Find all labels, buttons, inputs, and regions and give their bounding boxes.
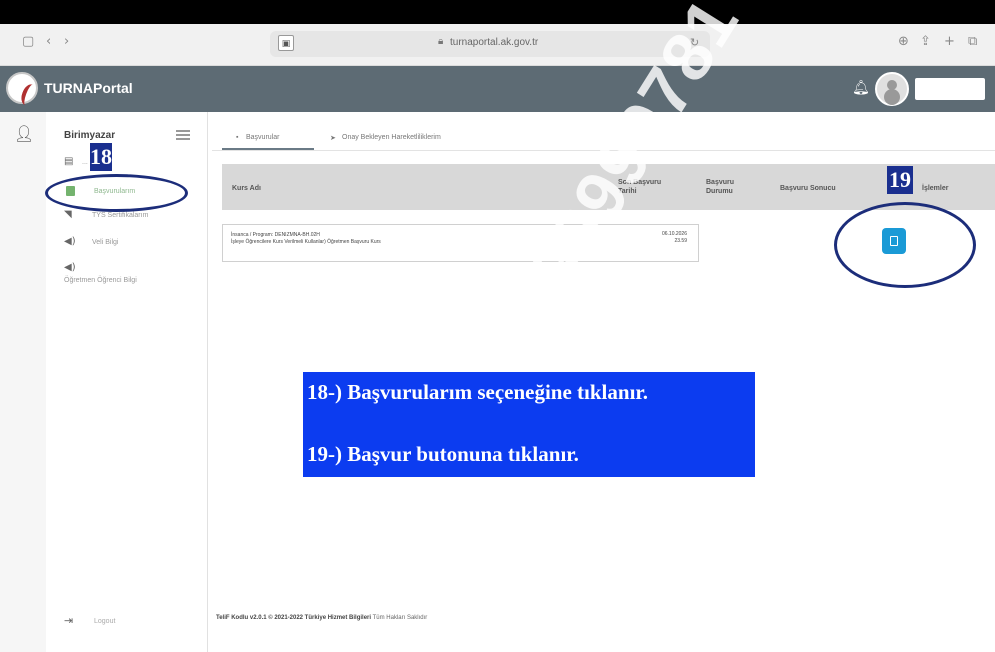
new-tab-icon[interactable]: + [944,34,955,49]
share-icon[interactable]: ⇪ [920,34,931,49]
course-description: İşleye Öğrencilere Kurs Verilmeli Kullan… [231,239,381,245]
forward-icon[interactable]: › [64,34,69,49]
footer-text: TeliF Kodlu v2.0.1 © 2021-2022 Türkiye H… [216,615,372,621]
highlight-oval-basvurularim [45,174,188,212]
user-name-box[interactable] [915,78,985,100]
user-icon[interactable]: 👤︎ [14,124,34,143]
logout-label[interactable]: Logout [94,618,115,625]
sidebar-item-first[interactable]: ... [82,159,88,166]
menu-icon[interactable] [176,130,190,140]
avatar[interactable] [875,72,909,106]
lock-icon: 🔒︎ [438,36,444,47]
step-19-instruction: 19-) Başvur butonuna tıklanır. [307,442,579,466]
url-text[interactable]: turnaportal.ak.gov.tr [450,37,538,48]
column-header-durum: Başvuru Durumu [706,179,735,195]
sidebar-item-veli[interactable]: Veli Bilgi [92,239,118,246]
step-18-badge: 18 [90,143,112,171]
send-icon: ➤ [330,135,336,142]
table-row[interactable]: İnsanca / Program: DENIZMNA-BH.02H İşley… [222,224,699,262]
step-19-badge: 19 [887,166,913,194]
column-header-kurs: Kurs Adı [232,185,261,192]
sidebar-toggle-icon[interactable]: ▢ [22,34,34,49]
column-header-sonuc: Başvuru Sonucu [780,185,836,192]
step-18-instruction: 18-) Başvurularım seçeneğine tıklanır. [307,380,649,404]
browser-toolbar: ▢ ‹ › ▣ 🔒︎ turnaportal.ak.gov.tr ↻ ⊕ ⇪ +… [0,24,995,66]
footer-suffix: Tüm Hakları Saklıdır [372,615,428,621]
deadline-date: 06.10.2026 [661,231,687,237]
column-header-islemler: İşlemler [922,185,949,192]
logout-icon[interactable]: ⇥ [64,614,73,627]
deadline-time: 23.59 [674,238,687,244]
apply-button[interactable] [882,228,906,254]
tab-divider [212,150,995,151]
instruction-box: 18-) Başvurularım seçeneğine tıklanır. 1… [303,372,755,477]
sidebar-item-tys[interactable]: TYS Sertifikalarım [92,212,148,219]
tag-icon: ◥ [64,209,72,220]
sidebar-item-ogretmen[interactable]: Öğretmen Öğrenci Bilgi [64,277,137,284]
reload-icon[interactable]: ↻ [690,36,699,49]
speaker-icon: ◀︎) [64,262,76,273]
screenshot-stage: ▢ ‹ › ▣ 🔒︎ turnaportal.ak.gov.tr ↻ ⊕ ⇪ +… [0,0,995,652]
course-program: İnsanca / Program: DENIZMNA-BH.02H [231,232,320,238]
tab-onay-bekleyen[interactable]: Onay Bekleyen Hareketliliklerim [342,134,441,141]
bell-icon[interactable]: 🔔︎ [852,80,870,96]
card-icon: ▤ [64,156,74,167]
sidebar-heading: Birimyazar [64,130,116,141]
address-bar[interactable]: ▣ 🔒︎ turnaportal.ak.gov.tr ↻ [270,31,710,57]
page-settings-icon[interactable]: ▣ [278,35,294,51]
column-header-son-basvuru: Son Başvuru Tarihi [618,179,662,195]
sidebar-rail: 👤︎ [0,112,46,652]
back-icon[interactable]: ‹ [46,34,51,49]
download-icon[interactable]: ⊕ [898,34,909,49]
speaker-icon: ◀︎) [64,236,76,247]
file-icon: ▪ [236,134,239,141]
turna-logo[interactable] [6,72,40,108]
app-header: TURNAPortal 🔔︎ [0,66,995,112]
top-black-strip [0,0,995,24]
table-header: Kurs Adı Son Başvuru Tarihi Başvuru Duru… [222,164,995,210]
tab-basvurular[interactable]: Başvurular [246,134,279,141]
app-title[interactable]: TURNAPortal [44,80,133,96]
bird-logo-icon [18,82,40,108]
tabs-overview-icon[interactable]: ⧉ [968,34,977,49]
footer: TeliF Kodlu v2.0.1 © 2021-2022 Türkiye H… [216,615,427,621]
